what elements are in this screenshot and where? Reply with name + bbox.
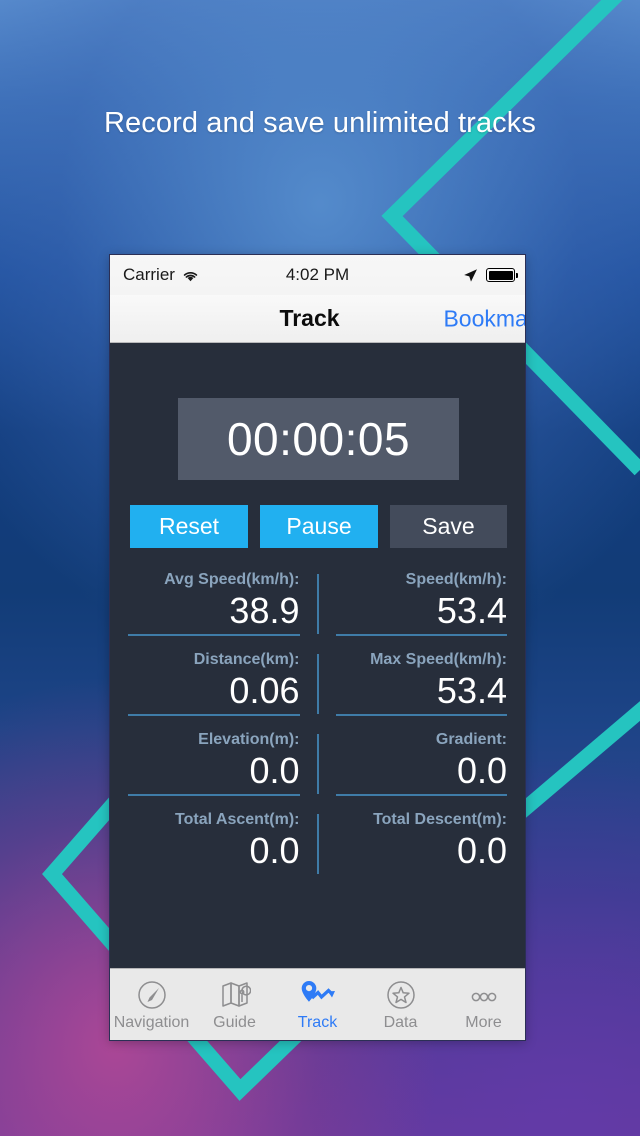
stat-gradient: Gradient: 0.0: [318, 728, 526, 808]
stats-grid: Avg Speed(km/h): 38.9 Speed(km/h): 53.4 …: [110, 568, 525, 888]
nav-bar: Track Bookmark: [110, 295, 525, 343]
tab-guide[interactable]: Guide: [193, 969, 276, 1040]
ellipsis-icon: [464, 977, 504, 1011]
stat-value: 0.0: [456, 830, 507, 871]
stat-avg-speed: Avg Speed(km/h): 38.9: [110, 568, 318, 648]
stat-label: Total Ascent(m):: [175, 811, 300, 828]
stat-label: Gradient:: [435, 731, 507, 748]
stat-label: Distance(km):: [193, 651, 300, 668]
stat-max-speed: Max Speed(km/h): 53.4: [318, 648, 526, 728]
stat-label: Max Speed(km/h):: [370, 651, 507, 668]
stats-row: Elevation(m): 0.0 Gradient: 0.0: [110, 728, 525, 808]
page-title: Record and save unlimited tracks: [104, 107, 536, 139]
tab-label: Navigation: [113, 1014, 190, 1031]
stat-label: Elevation(m):: [198, 731, 300, 748]
star-circle-icon: [385, 977, 417, 1011]
stat-label: Total Descent(m):: [373, 811, 507, 828]
tab-more[interactable]: More: [442, 969, 525, 1040]
compass-icon: [136, 977, 168, 1011]
stat-underline: [336, 874, 508, 876]
tab-track[interactable]: Track: [276, 969, 359, 1040]
column-divider: [316, 734, 319, 794]
stat-underline: [128, 874, 300, 876]
map-fold-icon: [219, 977, 251, 1011]
tab-label: Guide: [213, 1014, 256, 1031]
stats-row: Total Ascent(m): 0.0 Total Descent(m): 0…: [110, 808, 525, 888]
column-divider: [316, 654, 319, 714]
route-pin-icon: [298, 977, 338, 1011]
column-divider: [316, 814, 319, 874]
stat-value: 0.06: [229, 670, 300, 711]
stat-value: 53.4: [436, 670, 507, 711]
stat-value: 38.9: [229, 590, 300, 631]
location-arrow-icon: [464, 268, 477, 282]
stat-speed: Speed(km/h): 53.4: [318, 568, 526, 648]
status-bar-right: [463, 268, 518, 283]
tab-label: Data: [383, 1014, 418, 1031]
status-bar: Carrier 4:02 PM: [110, 255, 525, 295]
timer-value: 00:00:05: [226, 413, 411, 465]
stat-total-ascent: Total Ascent(m): 0.0: [110, 808, 318, 888]
stats-row: Avg Speed(km/h): 38.9 Speed(km/h): 53.4: [110, 568, 525, 648]
column-divider: [316, 574, 319, 634]
pause-button[interactable]: Pause: [260, 505, 378, 548]
stat-underline: [335, 634, 507, 636]
stat-value: 0.0: [249, 830, 300, 871]
stat-underline: [128, 714, 300, 716]
stats-row: Distance(km): 0.06 Max Speed(km/h): 53.4: [110, 648, 525, 728]
stat-underline: [128, 634, 300, 636]
stat-total-descent: Total Descent(m): 0.0: [318, 808, 526, 888]
stat-value: 0.0: [456, 750, 507, 791]
save-button[interactable]: Save: [390, 505, 507, 548]
reset-button[interactable]: Reset: [130, 505, 248, 548]
stat-value: 53.4: [436, 590, 507, 631]
stat-label: Avg Speed(km/h):: [164, 571, 300, 588]
tab-label: More: [465, 1014, 502, 1031]
tab-label: Track: [297, 1014, 338, 1031]
stat-underline: [335, 794, 507, 796]
stat-value: 0.0: [249, 750, 300, 791]
bookmark-button[interactable]: Bookmark: [443, 305, 525, 332]
stat-underline: [128, 794, 300, 796]
tab-data[interactable]: Data: [359, 969, 442, 1040]
timer-display: 00:00:05: [178, 398, 459, 480]
tab-bar: Navigation Guide Track Data More: [110, 968, 525, 1040]
stat-label: Speed(km/h):: [405, 571, 507, 588]
stat-elevation: Elevation(m): 0.0: [110, 728, 318, 808]
track-screen-content: 00:00:05 Reset Pause Save Avg Speed(km/h…: [110, 343, 525, 970]
stat-distance: Distance(km): 0.06: [110, 648, 318, 728]
tab-navigation[interactable]: Navigation: [110, 969, 193, 1040]
battery-full-icon: [486, 268, 518, 282]
control-buttons: Reset Pause Save: [130, 505, 507, 548]
stat-underline: [335, 714, 507, 716]
phone-mockup: Carrier 4:02 PM Track Bookmark 00:00:05 …: [109, 254, 526, 1041]
